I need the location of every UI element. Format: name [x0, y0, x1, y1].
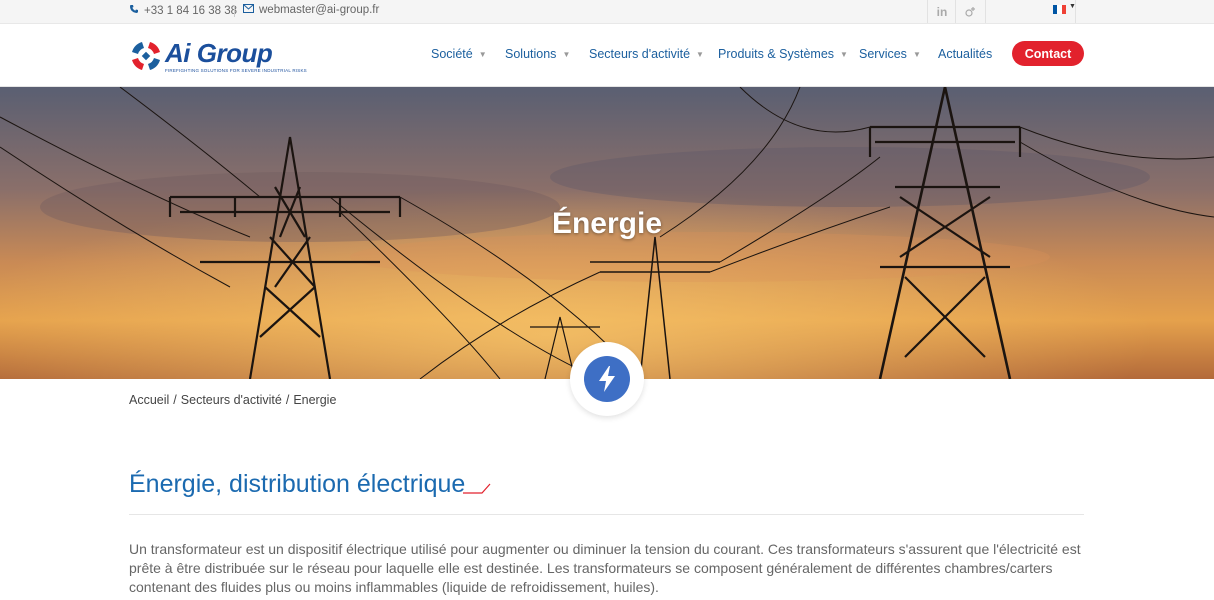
phone-icon [129, 4, 139, 17]
nav-label: Solutions [505, 47, 557, 61]
nav-item-solutions[interactable]: Solutions ▼ [505, 47, 570, 61]
contact-button[interactable]: Contact [1012, 41, 1084, 66]
nav-item-produits[interactable]: Produits & Systèmes ▼ [718, 47, 848, 61]
hero-banner: Énergie [0, 87, 1214, 379]
section-divider [129, 514, 1084, 515]
breadcrumb-current: Energie [293, 393, 337, 407]
topbar-right-border [1075, 0, 1076, 23]
chevron-down-icon: ▼ [840, 49, 848, 59]
linkedin-icon[interactable]: in [927, 0, 956, 23]
nav-label: Société [431, 47, 473, 61]
breadcrumb-home-link[interactable]: Accueil [129, 393, 169, 407]
nav-label: Services [859, 47, 907, 61]
chevron-down-icon: ▼ [562, 49, 571, 59]
breadcrumb-separator: / [285, 393, 290, 407]
nav-item-secteurs[interactable]: Secteurs d'activité ▼ [589, 47, 704, 61]
nav-label: Secteurs d'activité [589, 47, 691, 61]
nav-label: Produits & Systèmes [718, 47, 835, 61]
nav-item-actualites[interactable]: Actualités [938, 47, 992, 61]
google-plus-icon[interactable] [955, 0, 984, 23]
lightning-bolt-icon [584, 356, 630, 402]
nav-label: Actualités [938, 47, 993, 61]
breadcrumb-separator: / [173, 393, 177, 407]
social-divider [985, 0, 986, 23]
envelope-icon [243, 4, 254, 16]
logo-wordmark: Ai Group [165, 38, 273, 68]
logo-tagline: FIREFIGHTING SOLUTIONS FOR SEVERE INDUST… [165, 68, 307, 73]
phone-number: +33 1 84 16 38 38 [144, 4, 238, 17]
chevron-down-icon: ▼ [696, 49, 704, 59]
intro-paragraph: Un transformateur est un dispositif élec… [129, 541, 1081, 595]
chevron-down-icon: ▼ [912, 49, 921, 59]
title-underline-decoration [463, 483, 491, 494]
breadcrumb: Accueil / Secteurs d'activité / Energie [129, 393, 336, 407]
nav-item-societe[interactable]: Société ▼ [431, 47, 487, 61]
sector-badge [570, 342, 644, 416]
breadcrumb-secteurs-link[interactable]: Secteurs d'activité [181, 393, 282, 407]
phone-contact[interactable]: +33 1 84 16 38 38 [129, 4, 237, 17]
topbar-divider [234, 5, 235, 17]
logo-mark-icon [132, 42, 160, 70]
chevron-down-icon: ▼ [478, 49, 487, 59]
email-address: webmaster@ai-group.fr [259, 4, 380, 16]
page-title: Énergie, distribution électrique [129, 470, 466, 498]
nav-item-services[interactable]: Services ▼ [859, 47, 921, 61]
main-header: Ai Group FIREFIGHTING SOLUTIONS FOR SEVE… [0, 24, 1214, 87]
hero-title: Énergie [551, 207, 663, 240]
french-flag-icon[interactable] [1053, 5, 1066, 14]
top-bar: +33 1 84 16 38 38 webmaster@ai-group.fr … [0, 0, 1214, 24]
email-contact[interactable]: webmaster@ai-group.fr [243, 4, 379, 16]
logo[interactable]: Ai Group FIREFIGHTING SOLUTIONS FOR SEVE… [129, 38, 307, 76]
